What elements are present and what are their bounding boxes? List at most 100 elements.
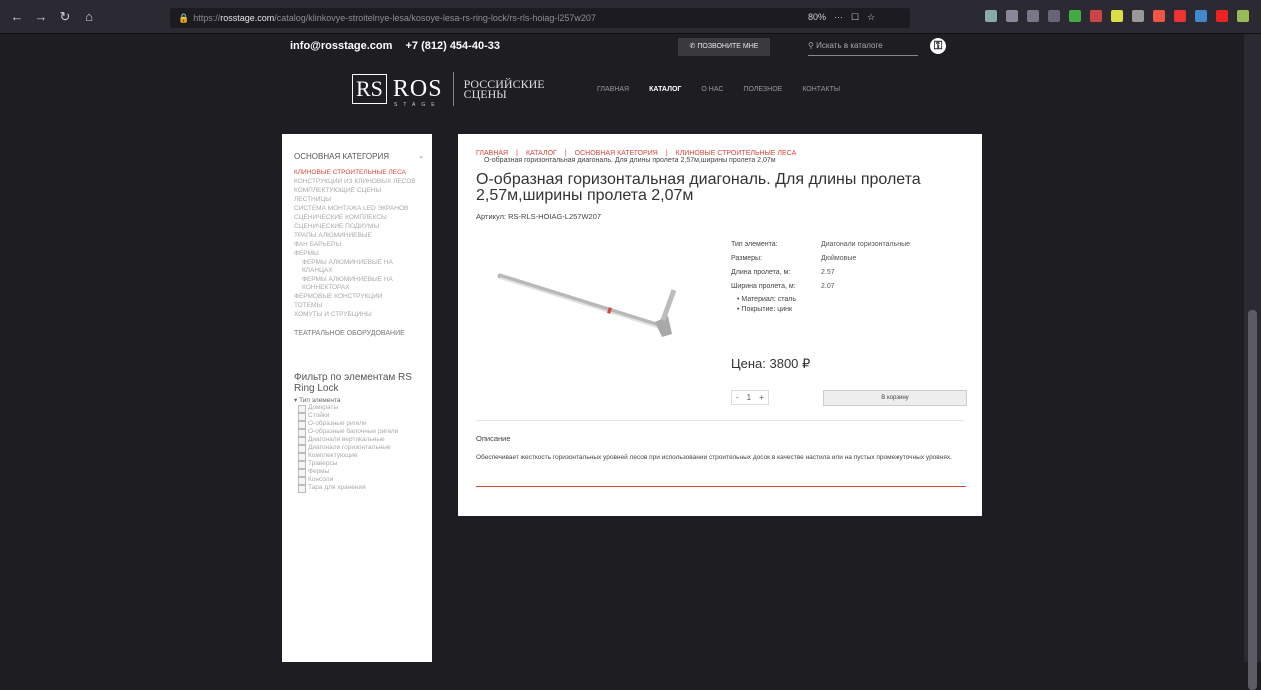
extension-icon[interactable]	[1111, 10, 1123, 22]
breadcrumb-current: О-образная горизонтальная диагональ. Для…	[484, 157, 776, 164]
browser-nav: ← → ↻ ⌂	[0, 9, 150, 25]
contact-info: info@rosstage.com +7 (812) 454-40-33	[290, 40, 510, 52]
extension-icon[interactable]	[1090, 10, 1102, 22]
sidebar-item[interactable]: СЦЕНИЧЕСКИЕ КОМПЛЕКСЫ	[294, 214, 422, 222]
filter-checkbox[interactable]: Стойки	[294, 412, 422, 421]
sidebar-item[interactable]: ФАН БАРЬЕРЫ	[294, 241, 422, 249]
sidebar-subitem[interactable]: ФЕРМЫ АЛЮМИНИЕВЫЕ НА КОННЕКТОРАХ	[294, 276, 422, 292]
accent-divider	[476, 486, 966, 487]
filter-group-toggle[interactable]: ▾ Тип элемента	[294, 396, 422, 404]
logo-ros: ROS	[392, 75, 443, 102]
qty-minus-button[interactable]: -	[732, 393, 743, 402]
breadcrumb-link[interactable]: КЛИНОВЫЕ СТРОИТЕЛЬНЫЕ ЛЕСА	[676, 150, 797, 157]
sidebar-item[interactable]: ХОМУТЫ И СТРУБЦИНЫ	[294, 311, 422, 319]
filter-checkbox[interactable]: Траверсы	[294, 460, 422, 469]
filter-checkbox[interactable]: Диагонали вертикальные	[294, 436, 422, 445]
filter-checkbox[interactable]: Диагонали горизонтальные	[294, 444, 422, 453]
filter-checkbox[interactable]: О-образные балочные ригели	[294, 428, 422, 437]
download-icon[interactable]	[985, 10, 997, 22]
sidebar-item[interactable]: ФЕРМОВЫЕ КОНСТРУКЦИИ	[294, 293, 422, 301]
prop-row: Длина пролета, м: 2.57	[731, 269, 835, 276]
filter-checkbox[interactable]: Фермы	[294, 468, 422, 477]
sidebar-item[interactable]: ЛЕСТНИЦЫ	[294, 196, 422, 204]
qty-plus-button[interactable]: +	[755, 393, 768, 402]
qty-value[interactable]: 1	[743, 393, 755, 402]
pocket-icon[interactable]: ☐	[851, 12, 859, 23]
sidebar-heading[interactable]: ОСНОВНАЯ КАТЕГОРИЯ ⌄	[294, 152, 424, 161]
search-icon: ⚲	[808, 41, 817, 50]
logo-divider	[452, 72, 454, 106]
home-icon[interactable]: ⌂	[82, 9, 96, 25]
breadcrumb-link[interactable]: ГЛАВНАЯ	[476, 150, 508, 157]
add-to-cart-button[interactable]: В корзину	[823, 390, 967, 406]
sidebar-item[interactable]: СЦЕНИЧЕСКИЕ ПОДИУМЫ	[294, 223, 422, 231]
feature-item: Покрытие: цинк	[731, 305, 910, 315]
filter-checkbox[interactable]: О-образные ригели	[294, 420, 422, 429]
prop-row: Размеры: Дюймовые	[731, 255, 857, 262]
callback-button[interactable]: ✆ ПОЗВОНИТЕ МНЕ	[678, 38, 770, 56]
url-path: /catalog/klinkovye-stroitelnye-lesa/koso…	[274, 13, 596, 23]
main-nav: ГЛАВНАЯ КАТАЛОГ О НАС ПОЛЕЗНОЕ КОНТАКТЫ	[597, 86, 840, 93]
product-price: Цена: 3800 ₽	[731, 356, 811, 371]
sidebar-item[interactable]: ТОТЕМЫ	[294, 302, 422, 310]
filter-checkbox[interactable]: Тара для хранения	[294, 484, 422, 493]
extension-icon[interactable]	[1153, 10, 1165, 22]
filter-checkbox[interactable]: Консоли	[294, 476, 422, 485]
divider	[476, 420, 964, 421]
product-properties: Тип элемента: Диагонали горизонтальные Ра…	[731, 241, 910, 315]
site-logo[interactable]: RS ROS STAGE РОССИЙСКИЕ СЦЕНЫ	[352, 72, 545, 108]
bookmark-star-icon[interactable]: ☆	[867, 12, 875, 23]
url-prefix: https://	[193, 13, 221, 23]
filter-title: Фильтр по элементам RS Ring Lock	[294, 372, 412, 394]
zoom-level[interactable]: 80%	[808, 12, 826, 23]
sidebar-icon[interactable]	[1027, 10, 1039, 22]
sidebar-subitem[interactable]: ФЕРМЫ АЛЮМИНИЕВЫЕ НА КЛАНЦАХ	[294, 259, 422, 275]
library-icon[interactable]	[1006, 10, 1018, 22]
nav-about[interactable]: О НАС	[701, 86, 723, 93]
address-bar[interactable]: 🔒 https://rosstage.com/catalog/klinkovye…	[170, 8, 910, 28]
scrollbar-thumb[interactable]	[1248, 310, 1257, 690]
back-icon[interactable]: ←	[10, 9, 24, 25]
search-placeholder: Искать в каталоге	[816, 41, 883, 50]
catalog-search[interactable]: ⚲ Искать в каталоге	[808, 38, 918, 56]
description-heading: Описание	[476, 434, 511, 443]
sidebar-item[interactable]: КОМПЛЕКТУЮЩИЕ СЦЕНЫ	[294, 187, 422, 195]
nav-catalog[interactable]: КАТАЛОГ	[649, 86, 681, 93]
top-strip: info@rosstage.com +7 (812) 454-40-33 ✆ П…	[0, 34, 1244, 62]
page-scrollbar[interactable]	[1244, 34, 1261, 690]
category-sidebar: ОСНОВНАЯ КАТЕГОРИЯ ⌄ КЛИНОВЫЕ СТРОИТЕЛЬНЫ…	[282, 134, 432, 662]
extension-icon[interactable]	[1132, 10, 1144, 22]
sidebar-item[interactable]: ТРАПЫ АЛЮМИНИЕВЫЕ	[294, 232, 422, 240]
url-host: rosstage.com	[220, 13, 275, 23]
extension-icon[interactable]	[1216, 10, 1228, 22]
email-link[interactable]: info@rosstage.com	[290, 40, 392, 52]
breadcrumb-link[interactable]: КАТАЛОГ	[526, 150, 557, 157]
nav-contacts[interactable]: КОНТАКТЫ	[802, 86, 840, 93]
page-actions-icon[interactable]: ···	[834, 12, 843, 23]
key-icon[interactable]: ⚿	[930, 38, 946, 54]
nav-home[interactable]: ГЛАВНАЯ	[597, 86, 629, 93]
nav-useful[interactable]: ПОЛЕЗНОЕ	[743, 86, 782, 93]
phone-link[interactable]: +7 (812) 454-40-33	[405, 40, 499, 52]
filter-checkbox[interactable]: Комплектующие	[294, 452, 422, 461]
sidebar-item[interactable]: КОНСТРУКЦИИ ИЗ КЛИНОВЫХ ЛЕСОВ	[294, 178, 422, 186]
logo-rs: RS	[352, 74, 387, 104]
filter-checkbox[interactable]: Домкраты	[294, 404, 422, 413]
sidebar-heading-theatre[interactable]: ТЕАТРАЛЬНОЕ ОБОРУДОВАНИЕ	[294, 329, 422, 338]
site-header: RS ROS STAGE РОССИЙСКИЕ СЦЕНЫ ГЛАВНАЯ КА…	[0, 62, 1244, 124]
sidebar-item[interactable]: КЛИНОВЫЕ СТРОИТЕЛЬНЫЕ ЛЕСА	[294, 169, 422, 177]
product-sku: Артикул: RS-RLS-HOIAG-L257W207	[476, 212, 602, 221]
menu-icon[interactable]	[1237, 10, 1249, 22]
quantity-stepper: - 1 +	[731, 390, 769, 405]
extension-icon[interactable]	[1048, 10, 1060, 22]
chevron-down-icon: ⌄	[418, 153, 424, 160]
product-image[interactable]	[490, 264, 700, 359]
reload-icon[interactable]: ↻	[58, 9, 72, 25]
sidebar-item[interactable]: ФЕРМЫ	[294, 250, 422, 258]
extension-icon[interactable]	[1174, 10, 1186, 22]
forward-icon[interactable]: →	[34, 9, 48, 25]
extension-icon[interactable]	[1195, 10, 1207, 22]
extension-icon[interactable]	[1069, 10, 1081, 22]
breadcrumb-link[interactable]: ОСНОВНАЯ КАТЕГОРИЯ	[575, 150, 658, 157]
sidebar-item[interactable]: СИСТЕМА МОНТАЖА LED ЭКРАНОВ	[294, 205, 422, 213]
